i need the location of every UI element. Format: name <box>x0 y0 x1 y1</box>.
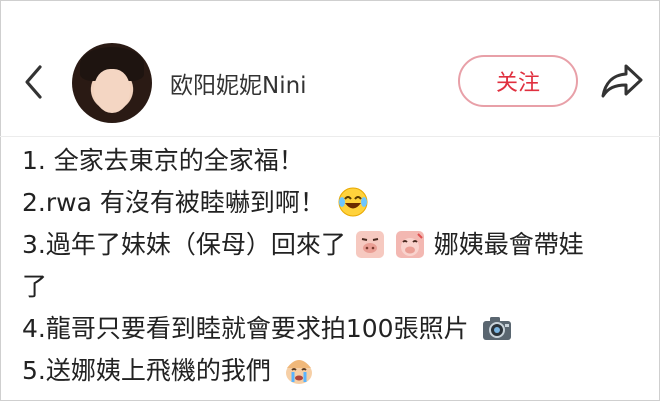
post-header: 欧阳妮妮Nini 关注 <box>0 0 660 137</box>
back-button[interactable] <box>14 60 54 104</box>
camera-icon <box>482 317 511 340</box>
avatar-face <box>94 69 130 113</box>
post-line-3-wrap: 了 <box>22 266 646 308</box>
piggy-sticker-icon <box>355 231 384 258</box>
post-line-text: 4.龍哥只要看到睦就會要求拍100張照片 <box>22 314 469 343</box>
post-line-5: 5.送娜姨上飛機的我們 <box>22 350 646 392</box>
post-line-text: 5.送娜姨上飛機的我們 <box>22 356 271 385</box>
post-line-text: 了 <box>22 272 48 301</box>
piggy-sticker-icon <box>395 231 424 258</box>
crying-face-icon <box>285 360 312 384</box>
share-arrow-icon <box>601 64 643 98</box>
follow-button[interactable]: 关注 <box>458 55 578 107</box>
post-line-1: 1. 全家去東京的全家福！ <box>22 140 646 182</box>
post-line-4: 4.龍哥只要看到睦就會要求拍100張照片 <box>22 308 646 350</box>
laughing-tears-emoji-icon <box>338 187 368 217</box>
post-line-text: 1. 全家去東京的全家福！ <box>22 146 304 175</box>
chevron-left-icon <box>25 65 42 99</box>
share-button[interactable] <box>596 58 648 104</box>
post-line-tail: 娜姨最會帶娃 <box>433 230 584 259</box>
avatar[interactable] <box>72 43 152 123</box>
post-line-3: 3.過年了妹妹（保母）回來了 娜姨最會帶娃 <box>22 224 646 266</box>
username[interactable]: 欧阳妮妮Nini <box>170 66 307 100</box>
post-content: 1. 全家去東京的全家福！ 2.rwa 有沒有被睦嚇到啊！ 3.過年了妹妹（保母… <box>22 140 646 392</box>
post-line-text: 3.過年了妹妹（保母）回來了 <box>22 230 346 259</box>
post-line-text: 2.rwa 有沒有被睦嚇到啊！ <box>22 188 325 217</box>
post-line-2: 2.rwa 有沒有被睦嚇到啊！ <box>22 182 646 224</box>
